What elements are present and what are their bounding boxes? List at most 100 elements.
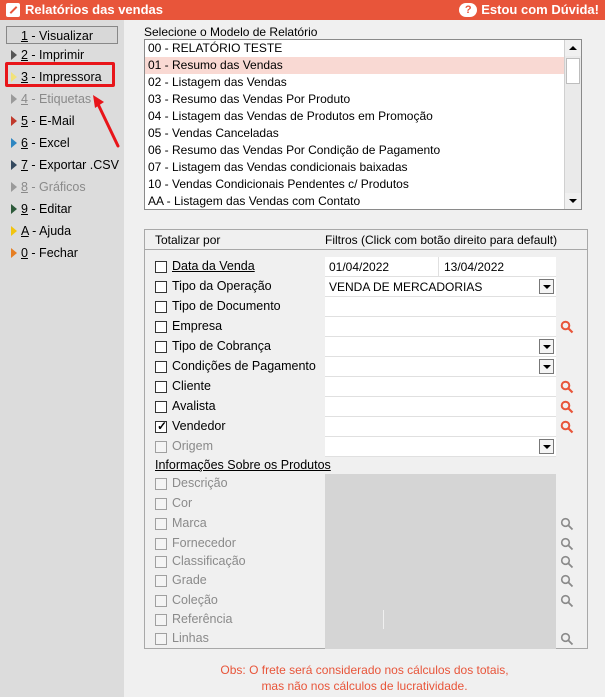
classificacao-field[interactable] — [325, 552, 556, 572]
filtros-header: Filtros (Click com botão direito para de… — [325, 233, 558, 247]
list-scrollbar[interactable] — [564, 40, 581, 209]
checkbox[interactable] — [155, 341, 167, 353]
list-item[interactable]: 02 - Listagem das Vendas — [145, 74, 581, 91]
linhas-field[interactable] — [325, 629, 556, 649]
chevron-down-icon[interactable] — [539, 279, 554, 294]
menu-fechar[interactable]: 0 - Fechar — [10, 244, 78, 262]
origem-combo[interactable] — [325, 437, 556, 457]
triangle-icon — [11, 204, 17, 214]
date-from[interactable]: 01/04/2022 — [329, 260, 389, 274]
search-icon[interactable] — [560, 555, 574, 569]
checkbox[interactable] — [155, 441, 167, 453]
fornecedor-field[interactable] — [325, 534, 556, 554]
checkbox-checked[interactable] — [155, 419, 167, 433]
grade-field[interactable] — [325, 571, 556, 591]
checkbox[interactable] — [155, 575, 167, 587]
divider — [438, 257, 439, 277]
checkbox[interactable] — [155, 498, 167, 510]
colecao-field[interactable] — [325, 591, 556, 611]
search-icon[interactable] — [560, 380, 574, 394]
list-item[interactable]: 00 - RELATÓRIO TESTE — [145, 40, 581, 57]
scroll-thumb[interactable] — [566, 58, 580, 84]
checkbox[interactable] — [155, 614, 167, 626]
search-icon[interactable] — [560, 420, 574, 434]
filter-label: Avalista — [172, 399, 216, 413]
checkbox[interactable] — [155, 261, 167, 273]
charge-type-combo[interactable] — [325, 337, 556, 357]
triangle-icon — [11, 182, 17, 192]
filters-header: Totalizar por Filtros (Click com botão d… — [145, 230, 587, 250]
checkbox[interactable] — [155, 381, 167, 393]
operation-type-combo[interactable]: VENDA DE MERCADORIAS — [325, 277, 556, 297]
filter-label: Tipo de Cobrança — [172, 339, 271, 353]
checkbox[interactable] — [155, 478, 167, 490]
search-icon[interactable] — [560, 517, 574, 531]
search-icon[interactable] — [560, 574, 574, 588]
checkbox[interactable] — [155, 538, 167, 550]
menu-key: 9 — [21, 202, 28, 216]
filter-label: Fornecedor — [172, 536, 236, 550]
avalista-field[interactable] — [325, 397, 556, 417]
product-row-descricao: Descrição — [155, 474, 585, 494]
filter-row-data-venda: Data da Venda 01/04/2022 13/04/2022 — [155, 257, 585, 277]
help-button[interactable]: ? Estou com Dúvida! — [459, 2, 599, 17]
chevron-down-icon[interactable] — [539, 339, 554, 354]
list-item[interactable]: 07 - Listagem das Vendas condicionais ba… — [145, 159, 581, 176]
scroll-up-icon[interactable] — [565, 40, 581, 56]
cor-field[interactable] — [325, 494, 556, 514]
list-item[interactable]: 03 - Resumo das Vendas Por Produto — [145, 91, 581, 108]
menu-label: - Exportar .CSV — [27, 158, 119, 172]
list-item[interactable]: 04 - Listagem das Vendas de Produtos em … — [145, 108, 581, 125]
checkbox[interactable] — [155, 281, 167, 293]
menu-graficos[interactable]: 8 - Gráficos — [10, 178, 86, 196]
checkbox[interactable] — [155, 301, 167, 313]
vendedor-field[interactable] — [325, 417, 556, 437]
list-item-selected[interactable]: 01 - Resumo das Vendas — [145, 57, 581, 74]
checkbox[interactable] — [155, 595, 167, 607]
filter-row-vendedor: Vendedor — [155, 417, 585, 437]
marca-field[interactable] — [325, 514, 556, 534]
referencia-field[interactable] — [325, 610, 556, 630]
filter-label: Referência — [172, 612, 233, 626]
cliente-field[interactable] — [325, 377, 556, 397]
payment-terms-combo[interactable] — [325, 357, 556, 377]
scroll-down-icon[interactable] — [565, 193, 581, 209]
descricao-field[interactable] — [325, 474, 556, 494]
menu-email[interactable]: 5 - E-Mail — [10, 112, 74, 130]
empresa-field[interactable] — [325, 317, 556, 337]
chevron-down-icon[interactable] — [539, 439, 554, 454]
list-item[interactable]: 10 - Vendas Condicionais Pendentes c/ Pr… — [145, 176, 581, 193]
document-type-field[interactable] — [325, 297, 556, 317]
checkbox[interactable] — [155, 556, 167, 568]
search-icon[interactable] — [560, 320, 574, 334]
checkbox[interactable] — [155, 518, 167, 530]
menu-label: - Imprimir — [27, 48, 85, 62]
checkbox[interactable] — [155, 633, 167, 645]
triangle-icon — [11, 160, 17, 170]
menu-etiquetas[interactable]: 4 - Etiquetas — [10, 90, 91, 108]
menu-label: - Fechar — [27, 246, 78, 260]
filters-panel: Totalizar por Filtros (Click com botão d… — [144, 229, 588, 649]
search-icon[interactable] — [560, 594, 574, 608]
search-icon[interactable] — [560, 632, 574, 646]
menu-exportar-csv[interactable]: 7 - Exportar .CSV — [10, 156, 119, 174]
checkbox[interactable] — [155, 401, 167, 413]
search-icon[interactable] — [560, 400, 574, 414]
menu-editar[interactable]: 9 - Editar — [10, 200, 72, 218]
menu-excel[interactable]: 6 - Excel — [10, 134, 70, 152]
list-item[interactable]: AA - Listagem das Vendas com Contato — [145, 193, 581, 209]
menu-visualizar[interactable]: 1 - Visualizar — [6, 26, 118, 44]
chevron-down-icon[interactable] — [539, 359, 554, 374]
date-to[interactable]: 13/04/2022 — [444, 260, 504, 274]
report-model-list[interactable]: 00 - RELATÓRIO TESTE 01 - Resumo das Ven… — [144, 39, 582, 210]
filter-row-origem: Origem — [155, 437, 585, 457]
filter-label: Cor — [172, 496, 193, 510]
checkbox[interactable] — [155, 361, 167, 373]
date-range-field[interactable]: 01/04/2022 13/04/2022 — [325, 257, 556, 277]
search-icon[interactable] — [560, 537, 574, 551]
product-row-linhas: Linhas — [155, 629, 585, 649]
menu-ajuda[interactable]: A - Ajuda — [10, 222, 71, 240]
list-item[interactable]: 06 - Resumo das Vendas Por Condição de P… — [145, 142, 581, 159]
list-item[interactable]: 05 - Vendas Canceladas — [145, 125, 581, 142]
checkbox[interactable] — [155, 321, 167, 333]
